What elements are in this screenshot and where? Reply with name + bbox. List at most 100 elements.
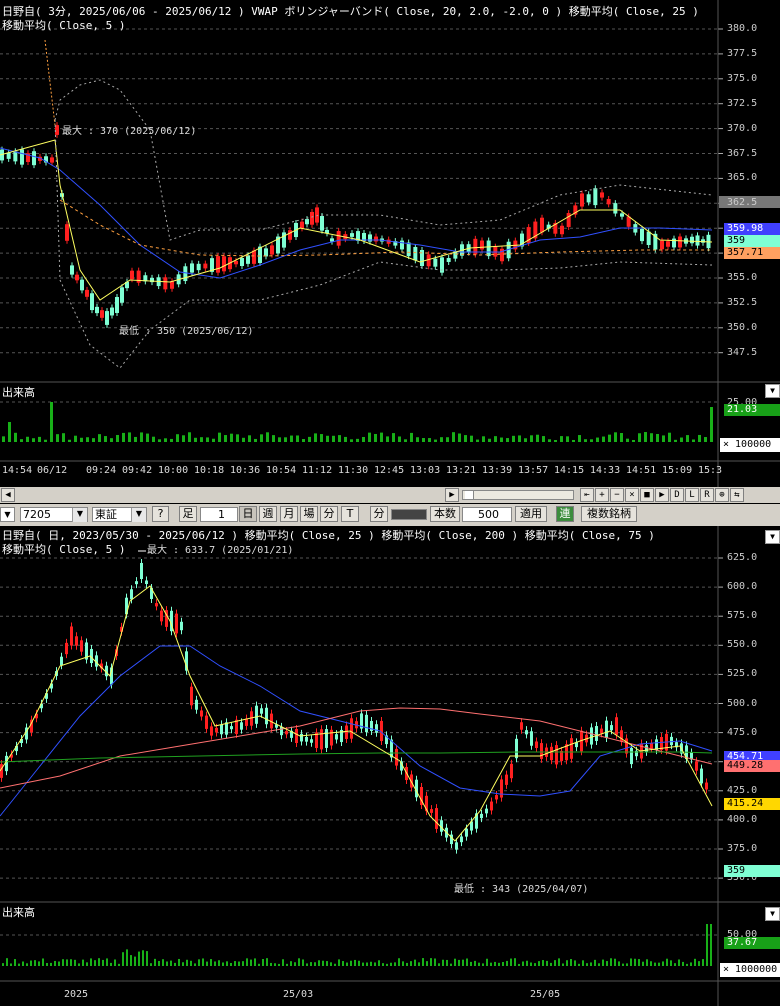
- intraday-candle: [640, 228, 644, 242]
- chart-toolbar: ▼ 7205 ▼ 東証 ▼ ? 足 1 日 週 月 場 分 T 分 本数 500…: [0, 504, 780, 526]
- scroll-left-icon[interactable]: ◀: [1, 488, 15, 502]
- chart-control-button[interactable]: D: [670, 488, 684, 502]
- period-week-button[interactable]: 週: [259, 506, 277, 522]
- chart-control-button[interactable]: ▶: [655, 488, 669, 502]
- daily-candle: [375, 724, 378, 733]
- market-select[interactable]: 東証 ▼: [92, 507, 147, 522]
- scroll-thumb[interactable]: [465, 491, 474, 499]
- ashi-value-input[interactable]: 1: [200, 507, 238, 522]
- intraday-volume-bar: [206, 437, 209, 442]
- daily-volume-collapse-icon[interactable]: ▼: [765, 907, 780, 921]
- daily-chart[interactable]: [0, 526, 780, 1006]
- daily-candle: [265, 707, 268, 725]
- daily-volume-bar: [258, 963, 260, 966]
- intraday-volume-bar: [464, 435, 467, 442]
- intraday-volume-bar: [578, 435, 581, 442]
- period-minute-button[interactable]: 分: [320, 506, 338, 522]
- daily-volume-bar: [290, 961, 292, 966]
- daily-collapse-icon[interactable]: ▼: [765, 530, 780, 544]
- market-dropdown-icon[interactable]: ▼: [131, 508, 146, 522]
- intraday-volume-bar: [560, 436, 563, 442]
- intraday-volume-bar: [140, 432, 143, 442]
- intraday-x-tick-label: 11:12: [302, 465, 333, 476]
- intraday-chart[interactable]: [0, 0, 780, 487]
- intraday-candle: [270, 245, 274, 255]
- daily-volume-bar: [458, 959, 460, 966]
- period-month-button[interactable]: 月: [280, 506, 298, 522]
- toolbar-menu-icon[interactable]: ▼: [0, 507, 15, 522]
- fun-button[interactable]: 分: [370, 506, 388, 522]
- daily-volume-bar: [562, 963, 564, 966]
- chart-scrollbar[interactable]: ◀ ▶ ⇤ + − × ■ ▶ D L R ⊕ ⇆: [0, 487, 780, 503]
- stock-code-input[interactable]: 7205 ▼: [20, 507, 88, 522]
- daily-y-tick-label: 425.0: [727, 784, 758, 796]
- ren-button[interactable]: 連: [556, 506, 574, 522]
- intraday-x-tick-label: 13:57: [518, 465, 549, 476]
- chart-control-button[interactable]: R: [700, 488, 714, 502]
- daily-volume-bar: [62, 959, 64, 966]
- daily-candle: [600, 728, 603, 734]
- count-label-button[interactable]: 本数: [430, 506, 460, 522]
- stock-code-dropdown-icon[interactable]: ▼: [72, 508, 87, 522]
- intraday-volume-bar: [236, 434, 239, 442]
- intraday-volume-bar: [392, 433, 395, 442]
- scroll-track[interactable]: [462, 490, 574, 500]
- daily-volume-bar: [478, 962, 480, 966]
- intraday-max-marker: [44, 39, 56, 126]
- intraday-x-tick-label: 12:45: [374, 465, 405, 476]
- daily-volume-bar: [666, 958, 668, 966]
- period-day-button[interactable]: 日: [239, 506, 257, 522]
- chart-control-button[interactable]: ■: [640, 488, 654, 502]
- period-tick-button[interactable]: T: [341, 506, 359, 522]
- daily-candle: [650, 743, 653, 749]
- chart-control-button[interactable]: +: [595, 488, 609, 502]
- intraday-volume-bar: [38, 436, 41, 442]
- intraday-y-tick-label: 365.0: [727, 172, 758, 184]
- count-value-input[interactable]: 500: [462, 507, 512, 522]
- intraday-volume-bar: [14, 432, 17, 442]
- apply-button[interactable]: 適用: [515, 506, 547, 522]
- chart-control-button[interactable]: ⇤: [580, 488, 594, 502]
- intraday-volume-bar: [680, 437, 683, 442]
- intraday-volume-bar: [320, 434, 323, 442]
- daily-volume-bar: [378, 960, 380, 966]
- chart-control-button[interactable]: ⇆: [730, 488, 744, 502]
- daily-candle: [230, 726, 233, 730]
- intraday-min-label: 最低 : 350 (2025/06/12): [119, 326, 254, 337]
- daily-candle: [365, 714, 368, 733]
- chart-control-button[interactable]: ×: [625, 488, 639, 502]
- intraday-volume-bar: [134, 436, 137, 442]
- multi-stock-button[interactable]: 複数銘柄: [581, 506, 637, 522]
- intraday-candle: [246, 255, 250, 264]
- daily-volume-bar: [90, 958, 92, 966]
- ashi-button[interactable]: 足: [179, 506, 197, 522]
- daily-volume-bar: [466, 958, 468, 966]
- daily-volume-bar: [158, 960, 160, 966]
- chart-control-button[interactable]: −: [610, 488, 624, 502]
- daily-volume-bar: [174, 962, 176, 966]
- intraday-candle: [252, 250, 256, 264]
- period-session-button[interactable]: 場: [300, 506, 318, 522]
- daily-candle: [320, 729, 323, 750]
- daily-candle: [595, 726, 598, 741]
- color-swatch[interactable]: [391, 509, 427, 520]
- help-button[interactable]: ?: [152, 506, 169, 522]
- daily-volume-bar: [558, 958, 560, 966]
- daily-volume-bar: [6, 958, 8, 966]
- daily-candle: [625, 738, 628, 754]
- daily-candle: [240, 722, 243, 730]
- daily-volume-bar: [18, 963, 20, 966]
- chart-control-button[interactable]: L: [685, 488, 699, 502]
- chart-control-button[interactable]: ⊕: [715, 488, 729, 502]
- intraday-candle: [170, 281, 174, 289]
- daily-volume-bar: [662, 961, 664, 966]
- daily-candle: [695, 761, 698, 771]
- scroll-right-icon[interactable]: ▶: [445, 488, 459, 502]
- daily-candle: [155, 603, 158, 607]
- daily-volume-bar: [58, 961, 60, 966]
- intraday-candle: [374, 236, 378, 242]
- intraday-volume-collapse-icon[interactable]: ▼: [765, 384, 780, 398]
- intraday-volume-bar: [410, 432, 413, 442]
- intraday-volume-bar: [26, 436, 29, 442]
- daily-volume-bar: [358, 960, 360, 966]
